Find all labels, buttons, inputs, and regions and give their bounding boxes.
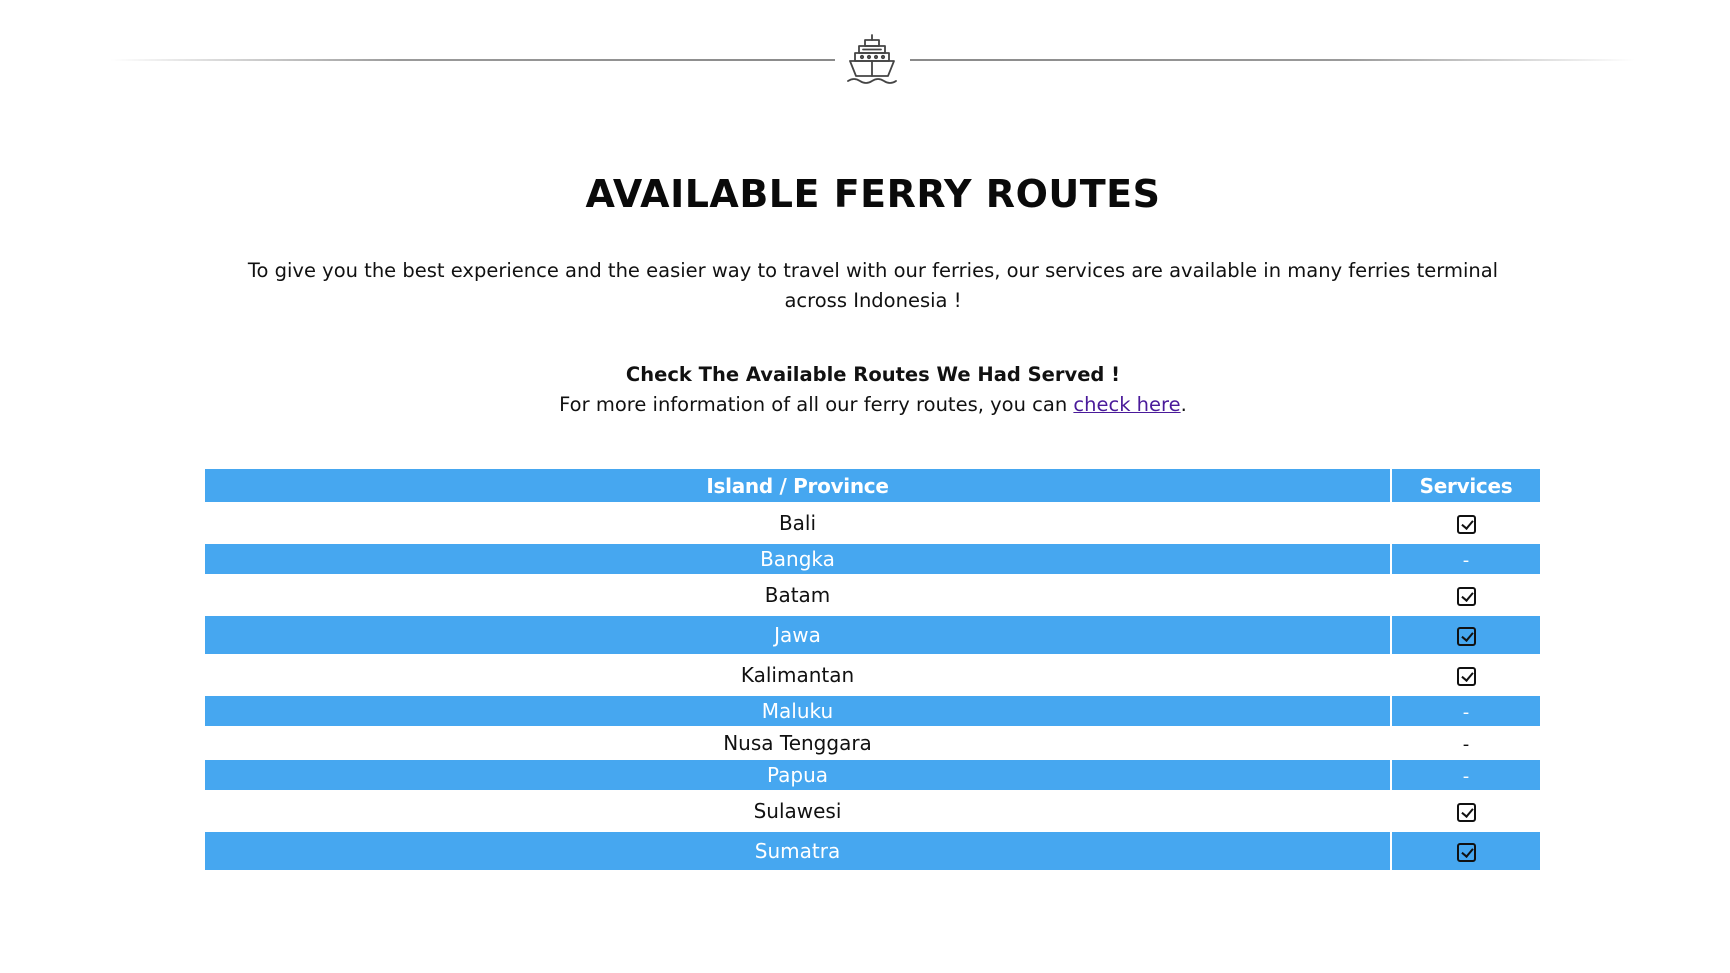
table-header-row: Island / Province Services — [205, 469, 1540, 502]
checkbox-checked-icon — [1456, 843, 1476, 862]
page-title: AVAILABLE FERRY ROUTES — [585, 172, 1161, 216]
service-cell: - — [1391, 760, 1540, 790]
service-unavailable-dash: - — [1462, 550, 1470, 571]
island-cell: Nusa Tenggara — [205, 726, 1392, 760]
service-cell — [1391, 654, 1540, 696]
table-row: Sumatra — [205, 832, 1540, 870]
service-cell — [1391, 502, 1540, 544]
service-cell: - — [1391, 696, 1540, 726]
ship-icon — [847, 34, 897, 84]
service-unavailable-dash: - — [1462, 766, 1470, 787]
island-cell: Sumatra — [205, 832, 1392, 870]
island-cell: Jawa — [205, 616, 1392, 654]
island-cell: Maluku — [205, 696, 1392, 726]
island-cell: Papua — [205, 760, 1392, 790]
service-unavailable-dash: - — [1462, 734, 1470, 755]
island-cell: Batam — [205, 574, 1392, 616]
island-cell: Bangka — [205, 544, 1392, 574]
island-cell: Sulawesi — [205, 790, 1392, 832]
divider-right — [910, 59, 1635, 61]
island-cell: Kalimantan — [205, 654, 1392, 696]
intro-text: To give you the best experience and the … — [247, 259, 1499, 312]
checkbox-checked-icon — [1456, 667, 1476, 686]
table-row: Jawa — [205, 616, 1540, 654]
table-row: Batam — [205, 574, 1540, 616]
table-row: Nusa Tenggara - — [205, 726, 1540, 760]
column-header-island: Island / Province — [205, 469, 1392, 502]
checkbox-checked-icon — [1456, 803, 1476, 822]
checkbox-checked-icon — [1456, 587, 1476, 606]
service-cell — [1391, 832, 1540, 870]
service-cell: - — [1391, 726, 1540, 760]
table-row: Papua - — [205, 760, 1540, 790]
service-cell — [1391, 574, 1540, 616]
routes-table-body: Bali Bangka - Batam Jawa Kalimantan Maluku - Nus… — [205, 502, 1540, 870]
page: AVAILABLE FERRY ROUTES To give you the b… — [0, 0, 1730, 973]
routes-table: Island / Province Services Bali Bangka - Ba… — [205, 469, 1540, 870]
divider-left — [110, 59, 835, 61]
service-cell — [1391, 790, 1540, 832]
island-cell: Bali — [205, 502, 1392, 544]
checkbox-checked-icon — [1456, 627, 1476, 646]
service-cell: - — [1391, 544, 1540, 574]
table-row: Bangka - — [205, 544, 1540, 574]
more-info-suffix: . — [1180, 393, 1187, 416]
table-row: Kalimantan — [205, 654, 1540, 696]
table-row: Sulawesi — [205, 790, 1540, 832]
table-row: Maluku - — [205, 696, 1540, 726]
checkbox-checked-icon — [1456, 515, 1476, 534]
table-row: Bali — [205, 502, 1540, 544]
routes-heading: Check The Available Routes We Had Served… — [625, 363, 1121, 386]
more-info-prefix: For more information of all our ferry ro… — [559, 393, 1074, 416]
check-here-link[interactable]: check here — [1073, 393, 1180, 416]
more-info-text: For more information of all our ferry ro… — [0, 393, 1730, 416]
service-unavailable-dash: - — [1462, 702, 1470, 723]
service-cell — [1391, 616, 1540, 654]
column-header-services: Services — [1391, 469, 1540, 502]
